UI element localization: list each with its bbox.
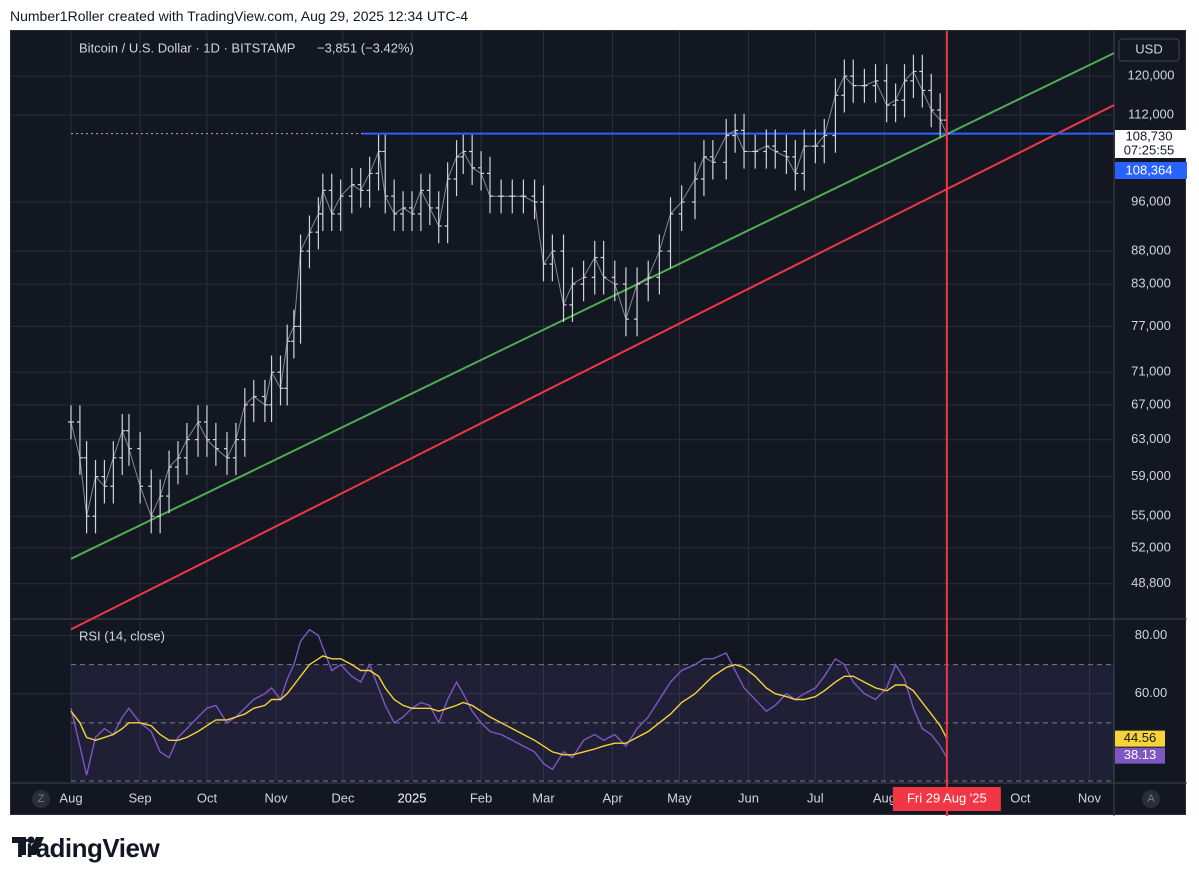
rsi-value-label: 38.13 (1124, 747, 1157, 762)
last-price-label: 108,730 (1126, 128, 1173, 143)
rsi-y-tick-label: 80.00 (1135, 627, 1168, 642)
tradingview-logo[interactable]: TradingView (12, 833, 160, 864)
x-tick-label: Jun (738, 790, 759, 805)
y-tick-label: 112,000 (1128, 107, 1174, 122)
y-tick-label: 96,000 (1131, 193, 1171, 208)
x-tick-label: May (667, 790, 692, 805)
countdown-label: 07:25:55 (1124, 142, 1175, 157)
auto-scale-button-label: A (1147, 793, 1155, 805)
x-tick-label: Dec (331, 790, 355, 805)
y-tick-label: 52,000 (1131, 539, 1171, 554)
rsi-title: RSI (14, close) (79, 628, 165, 643)
x-tick-label: 2025 (398, 790, 427, 805)
green-trendline (70, 52, 1115, 560)
y-tick-label: 67,000 (1131, 396, 1171, 411)
level-price-label: 108,364 (1126, 162, 1173, 177)
zoom-button-label: Z (38, 793, 45, 805)
y-tick-label: 63,000 (1131, 431, 1171, 446)
chart-svg[interactable]: 120,000 112,000 96,000 88,000 83,000 77,000 71… (11, 31, 1187, 816)
y-tick-label: 77,000 (1131, 318, 1171, 333)
x-tick-label: Aug (59, 790, 82, 805)
x-tick-label: Oct (197, 790, 218, 805)
y-tick-label: 120,000 (1128, 68, 1175, 83)
x-tick-label: Sep (129, 790, 152, 805)
chart-title: Bitcoin / U.S. Dollar · 1D · BITSTAMP (79, 40, 295, 55)
x-tick-label: Nov (264, 790, 288, 805)
chart-container[interactable]: 120,000 112,000 96,000 88,000 83,000 77,000 71… (10, 30, 1187, 816)
rsi-ma-value-label: 44.56 (1124, 730, 1157, 745)
x-tick-label: Apr (602, 790, 623, 805)
x-tick-label: Nov (1078, 790, 1102, 805)
tradingview-logo-icon (12, 836, 44, 855)
x-tick-label: Jul (807, 790, 824, 805)
y-tick-label: 48,800 (1131, 575, 1171, 590)
x-tick-label: Oct (1010, 790, 1031, 805)
currency-label: USD (1135, 41, 1162, 56)
rsi-y-tick-label: 60.00 (1135, 685, 1168, 700)
y-tick-label: 88,000 (1131, 243, 1171, 258)
y-tick-label: 71,000 (1131, 364, 1171, 379)
x-tick-label: Mar (532, 790, 555, 805)
price-change: −3,851 (−3.42%) (317, 40, 414, 55)
y-tick-label: 83,000 (1131, 276, 1171, 291)
crosshair-date-label: Fri 29 Aug '25 (907, 790, 987, 805)
y-tick-label: 55,000 (1131, 508, 1171, 523)
y-tick-label: 59,000 (1131, 468, 1171, 483)
x-tick-label: Feb (470, 790, 492, 805)
x-tick-label: Aug (873, 790, 896, 805)
chart-attribution: Number1Roller created with TradingView.c… (10, 8, 469, 24)
red-trendline (70, 104, 1115, 631)
